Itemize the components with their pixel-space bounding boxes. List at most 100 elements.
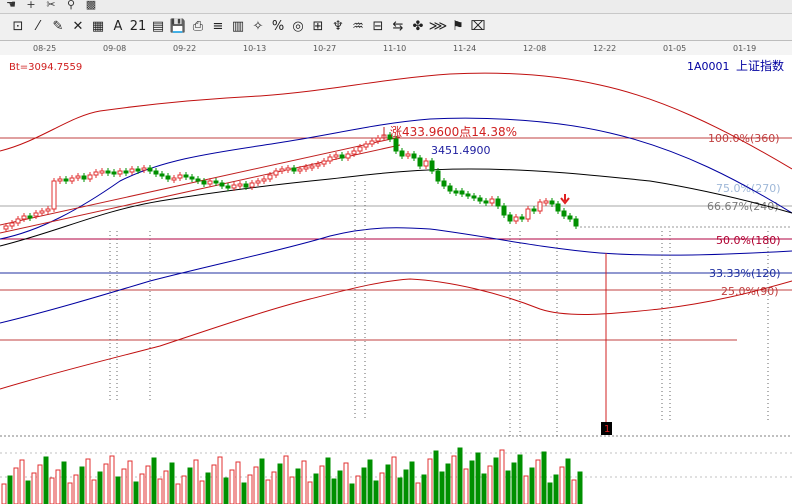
volume-bar <box>121 468 127 504</box>
candle <box>63 178 69 182</box>
volume-bar <box>169 462 175 504</box>
mark-tool-icon[interactable]: ✤ <box>408 17 428 37</box>
zigzag-tool-icon[interactable]: ⋙ <box>428 17 448 37</box>
text-tool-icon[interactable]: A <box>108 17 128 37</box>
eraser-tool-icon[interactable]: ⌧ <box>468 17 488 37</box>
volume-bar <box>523 475 529 504</box>
bars-tool-icon[interactable]: ▥ <box>228 17 248 37</box>
candle <box>189 176 195 180</box>
volume-bar <box>391 456 397 504</box>
volume-bar <box>157 478 163 504</box>
speed-tool-icon[interactable]: ♆ <box>328 17 348 37</box>
pencil-tool-icon[interactable]: ✎ <box>48 17 68 37</box>
volume-bar <box>19 459 25 504</box>
box-tool-icon[interactable]: ⊟ <box>368 17 388 37</box>
marker-label: 1 <box>604 424 610 435</box>
grid-tool-icon[interactable]: ▦ <box>88 17 108 37</box>
volume-bar <box>31 472 37 504</box>
volume-bar <box>469 460 475 504</box>
volume-bar <box>259 458 265 504</box>
candle <box>159 173 165 177</box>
flag-tool-icon[interactable]: ⚑ <box>448 17 468 37</box>
candle <box>255 180 261 184</box>
volume-bar <box>49 477 55 504</box>
candle <box>123 170 129 174</box>
volume-bar <box>7 475 13 504</box>
calendar-tool-icon[interactable]: 21 <box>128 17 148 37</box>
volume-bar <box>529 467 535 504</box>
stamp-icon[interactable]: ⚲ <box>64 0 78 12</box>
arrow-tool-icon[interactable]: ⇆ <box>388 17 408 37</box>
volume-bar <box>151 457 157 504</box>
hand-icon[interactable]: ☚ <box>4 0 18 12</box>
volume-bar <box>541 451 547 504</box>
volume-bar <box>97 471 103 504</box>
volume-bar <box>235 461 241 504</box>
candle <box>237 183 243 187</box>
date-tick: 12-08 <box>523 44 546 53</box>
volume-bar <box>481 473 487 504</box>
gann-tool-icon[interactable]: ⊞ <box>308 17 328 37</box>
volume-bar <box>187 467 193 504</box>
candle <box>141 167 147 171</box>
volume-bar <box>55 469 61 504</box>
line-tool-icon[interactable]: ⁄ <box>28 17 48 37</box>
volume-bar <box>241 482 247 504</box>
candle <box>507 214 513 222</box>
volume-bar <box>61 461 67 504</box>
volume-bar <box>139 473 145 504</box>
scissors-icon[interactable]: ✂ <box>44 0 58 12</box>
circle-tool-icon[interactable]: ◎ <box>288 17 308 37</box>
volume-bar <box>175 483 181 504</box>
candles <box>3 132 579 232</box>
volume-bar <box>373 480 379 504</box>
candle <box>453 190 459 194</box>
table-tool-icon[interactable]: ▤ <box>148 17 168 37</box>
wave-tool-icon[interactable]: ♒ <box>348 17 368 37</box>
candle <box>357 146 363 152</box>
volume-bar <box>211 464 217 504</box>
candle <box>21 215 27 220</box>
palette-icon[interactable]: ▩ <box>84 0 98 12</box>
candle <box>45 208 51 212</box>
candle <box>219 182 225 187</box>
volume-bar <box>337 470 343 504</box>
volume-bar <box>307 481 313 504</box>
kline-chart[interactable]: 08-25 09-08 09-22 10-13 10-27 11-10 11-24 12-08… <box>0 41 792 504</box>
candle <box>411 153 417 159</box>
candle <box>573 218 579 227</box>
fib-tool-icon[interactable]: ✧ <box>248 17 268 37</box>
volume-bar <box>397 477 403 504</box>
candle <box>171 177 177 181</box>
print-tool-icon[interactable]: ⎙ <box>188 17 208 37</box>
candle <box>285 167 291 171</box>
volume-bar <box>499 449 505 504</box>
fib-label-75: 75.0%(270) <box>716 182 781 195</box>
parallel-tool-icon[interactable]: ≡ <box>208 17 228 37</box>
volume-bar <box>505 470 511 504</box>
volume-bar <box>439 471 445 504</box>
percent-tool-icon[interactable]: % <box>268 17 288 37</box>
crosshair-icon[interactable]: + <box>24 0 38 12</box>
volume-bar <box>421 474 427 504</box>
select-tool-icon[interactable]: ⊡ <box>8 17 28 37</box>
volume-bar <box>67 482 73 504</box>
candle <box>165 175 171 180</box>
top-toolbar <box>0 0 792 14</box>
candle <box>399 150 405 157</box>
save-tool-icon[interactable]: 💾 <box>168 17 188 37</box>
delete-tool-icon[interactable]: ✕ <box>68 17 88 37</box>
candle <box>477 197 483 202</box>
volume-bar <box>511 462 517 504</box>
volume-bar <box>445 463 451 504</box>
candle <box>273 170 279 176</box>
candle <box>177 174 183 179</box>
candle <box>51 180 57 210</box>
candle <box>135 168 141 172</box>
date-tick: 11-10 <box>383 44 406 53</box>
date-tick: 12-22 <box>593 44 616 53</box>
volume-bar <box>571 479 577 504</box>
time-lines <box>109 181 769 436</box>
rise-label: 涨433.9600点14.38% <box>390 124 517 139</box>
volume-bar <box>73 474 79 504</box>
